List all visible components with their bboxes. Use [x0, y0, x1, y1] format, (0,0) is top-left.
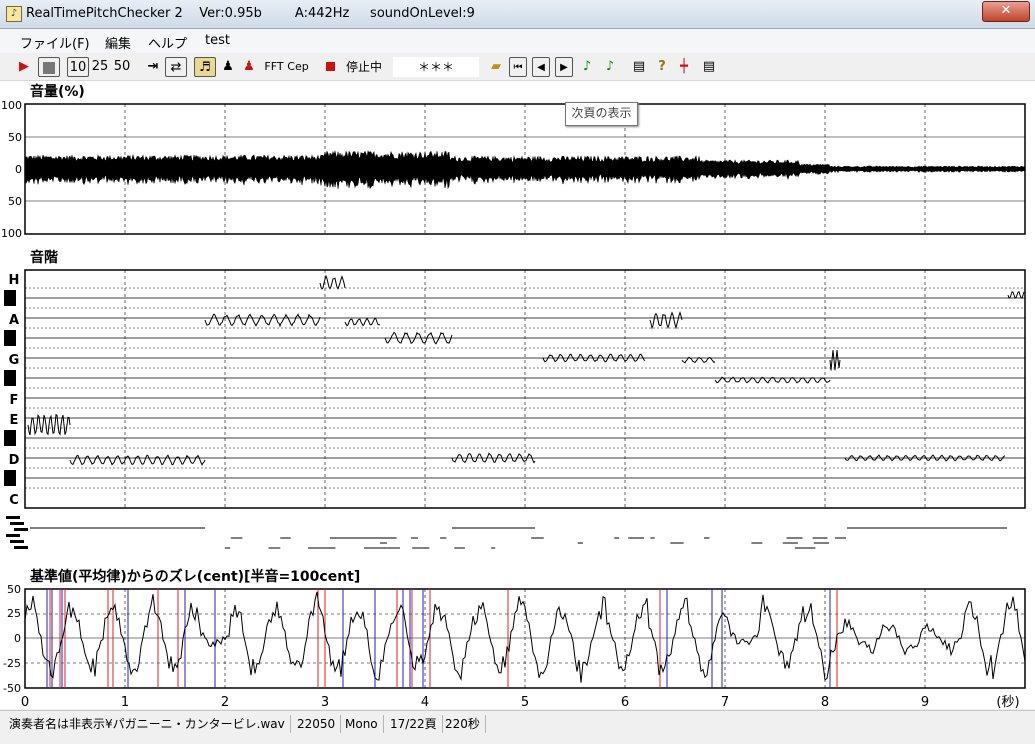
notation-marker — [14, 546, 28, 549]
piano-black-key — [4, 470, 16, 486]
loop-icon[interactable]: ⇄ — [165, 57, 187, 77]
close-button[interactable]: ✕ — [982, 1, 1030, 22]
scale-label: 音階 — [30, 249, 58, 266]
app-icon: ♪ — [6, 6, 22, 22]
printer-icon[interactable]: ▤ — [699, 57, 719, 77]
piano-black-key — [4, 330, 16, 346]
deviation-panel — [24, 588, 1026, 689]
person-icon[interactable]: ♟ — [219, 57, 237, 77]
time-tick-3: 3 — [321, 695, 329, 709]
dev-tick-neg25: -25 — [3, 657, 21, 670]
title-bar: ♪ RealTimePitchChecker 2 Ver:0.95b A:442… — [0, 0, 1035, 29]
prev-page-icon[interactable]: ◀ — [532, 57, 550, 77]
play-icon[interactable]: ▶ — [14, 57, 34, 77]
help-icon[interactable]: ? — [653, 57, 671, 77]
note-green-2-icon[interactable]: ♪ — [601, 57, 619, 77]
menu-bar: ファイル(F) 編集 ヘルプ test — [0, 29, 1035, 53]
violin-icon[interactable]: ♬ — [194, 57, 216, 77]
notation-marker — [10, 522, 24, 525]
menu-edit[interactable]: 編集 — [105, 33, 131, 52]
notation-marker — [6, 534, 20, 537]
menu-test[interactable]: test — [205, 33, 230, 48]
notation-strip — [6, 516, 1007, 549]
volume-tick-50-top: 50 — [8, 131, 22, 144]
status-duration: 220秒 — [440, 715, 486, 733]
status-bar: 演奏者名は非表示¥パガニーニ・カンタービレ.wav 22050 Mono 17/… — [0, 710, 1035, 744]
marker-icon[interactable]: ┿ — [675, 57, 693, 77]
toolbar: ▶ 10 25 50 ⇥ ⇄ ♬ ♟ ♟ FFT Cep 停止中 ＊＊＊ ▰ ⏮… — [0, 54, 1035, 81]
note-label-h: H — [9, 273, 20, 288]
piano-black-key — [4, 370, 16, 386]
note-label-a: A — [9, 313, 19, 328]
volume-tick-50-bottom: 50 — [8, 195, 22, 208]
person-red-icon[interactable]: ♟ — [240, 57, 258, 77]
plot-area: 音量(%) 100 50 0 50 100 音階 H A G F E D C 基… — [0, 81, 1035, 710]
time-tick-5: 5 — [521, 695, 529, 709]
tooltip: 次頁の表示 — [565, 102, 638, 126]
time-tick-8: 8 — [821, 695, 829, 709]
note-label-e: E — [10, 413, 19, 428]
speed-10-button[interactable]: 10 — [67, 57, 89, 77]
time-tick-4: 4 — [421, 695, 429, 709]
time-tick-9: 9 — [921, 695, 929, 709]
notation-marker — [14, 528, 28, 531]
dev-tick-0: 0 — [14, 632, 21, 645]
notation-marker — [10, 540, 24, 543]
status-page: 17/22頁 — [385, 715, 443, 733]
window-title: RealTimePitchChecker 2 Ver:0.95b A:442Hz… — [26, 6, 475, 21]
volume-label: 音量(%) — [30, 83, 85, 100]
speed-25-button[interactable]: 25 — [90, 57, 110, 77]
status-text: 停止中 — [345, 60, 382, 74]
piano-black-key — [4, 430, 16, 446]
volume-tick-100-bottom: 100 — [1, 227, 22, 240]
dev-tick-50: 50 — [7, 583, 21, 596]
menu-file[interactable]: ファイル(F) — [20, 33, 90, 52]
note-green-icon[interactable]: ♪ — [578, 57, 596, 77]
time-tick-0: 0 — [21, 695, 29, 709]
fft-button[interactable]: FFT — [262, 57, 286, 77]
first-page-icon[interactable]: ⏮ — [509, 57, 527, 77]
status-file: 演奏者名は非表示¥パガニーニ・カンタービレ.wav — [4, 715, 291, 733]
status-rate: 22050 — [292, 715, 342, 733]
speed-50-button[interactable]: 50 — [112, 57, 132, 77]
analysis-plots: 音量(%) 100 50 0 50 100 音階 H A G F E D C 基… — [1, 83, 1026, 710]
dev-tick-25: 25 — [7, 607, 21, 620]
app-window: ♪ RealTimePitchChecker 2 Ver:0.95b A:442… — [0, 0, 1035, 744]
volume-tick-0: 0 — [15, 163, 22, 176]
note-label-d: D — [9, 453, 20, 468]
time-tick-7: 7 — [721, 695, 729, 709]
time-unit-label: (秒) — [996, 695, 1019, 709]
piano-black-key — [4, 290, 16, 306]
scale-panel: H A G F E D C — [4, 269, 1026, 509]
deviation-label: 基準値(平均律)からのズレ(cent)[半音=100cent] — [30, 568, 360, 585]
note-label-c: C — [9, 493, 19, 508]
status-channels: Mono — [340, 715, 384, 733]
time-tick-1: 1 — [121, 695, 129, 709]
time-axis: 0 1 2 3 4 5 6 7 8 9 (秒) — [21, 695, 1020, 710]
cep-button[interactable]: Cep — [287, 57, 309, 77]
time-tick-6: 6 — [621, 695, 629, 709]
stop-icon[interactable] — [38, 57, 60, 77]
record-stop-icon[interactable] — [322, 57, 338, 77]
next-page-icon[interactable]: ▶ — [555, 57, 573, 77]
note-label-g: G — [9, 353, 20, 368]
dev-tick-neg50: -50 — [3, 682, 21, 695]
note-display: ＊＊＊ — [393, 57, 479, 77]
volume-tick-100-top: 100 — [1, 99, 22, 112]
time-tick-2: 2 — [221, 695, 229, 709]
print-icon[interactable]: ▤ — [629, 57, 649, 77]
folder-open-icon[interactable]: ▰ — [486, 57, 506, 77]
goto-end-icon[interactable]: ⇥ — [144, 57, 162, 77]
notation-marker — [6, 516, 20, 519]
menu-help[interactable]: ヘルプ — [148, 33, 187, 52]
volume-panel — [24, 103, 1026, 235]
note-label-f: F — [10, 393, 19, 408]
